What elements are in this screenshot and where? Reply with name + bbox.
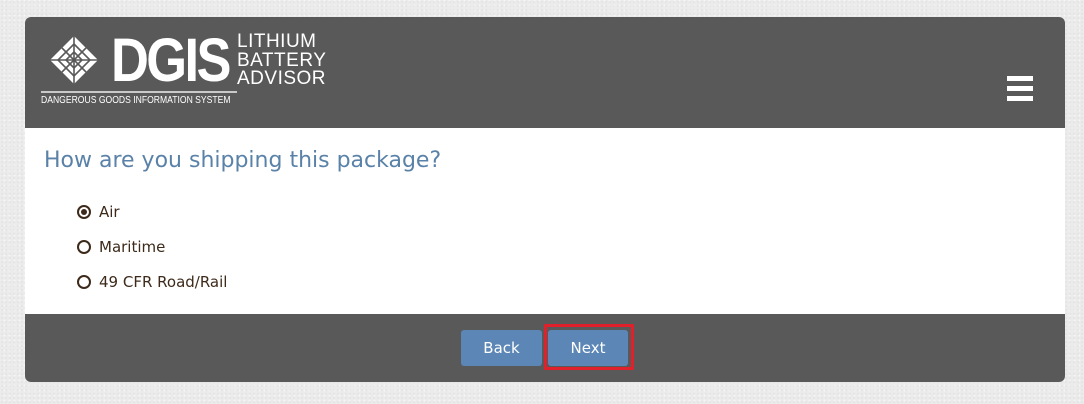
option-label-air: Air	[99, 202, 120, 221]
menu-bar	[1007, 96, 1033, 101]
hamburger-menu-icon[interactable]	[1001, 76, 1037, 108]
logo-line-advisor: ADVISOR	[237, 68, 327, 89]
shipping-mode-options: Air Maritime 49 CFR Road/Rail	[77, 194, 227, 299]
option-road-rail[interactable]: 49 CFR Road/Rail	[77, 264, 227, 299]
diamond-logo-icon	[50, 36, 98, 84]
question-panel: How are you shipping this package? Air M…	[25, 128, 1065, 314]
logo-line-lithium: LITHIUM	[237, 31, 317, 52]
radio-road-rail[interactable]	[77, 274, 91, 289]
menu-bar	[1007, 76, 1033, 81]
logo-wordmark: DGIS	[111, 26, 232, 94]
option-label-road-rail: 49 CFR Road/Rail	[99, 272, 228, 291]
main-card: DGIS LITHIUM BATTERY ADVISOR DANGEROUS G…	[25, 17, 1065, 382]
option-label-maritime: Maritime	[99, 237, 166, 256]
logo-product-name: LITHIUM BATTERY ADVISOR	[237, 31, 327, 89]
radio-maritime[interactable]	[77, 239, 91, 254]
dgis-logo: DGIS LITHIUM BATTERY ADVISOR DANGEROUS G…	[41, 26, 326, 110]
radio-air[interactable]	[77, 204, 91, 219]
question-title: How are you shipping this package?	[44, 148, 442, 173]
option-air[interactable]: Air	[77, 194, 227, 229]
navigation-footer: Back Next	[25, 314, 1065, 382]
next-button[interactable]: Next	[548, 330, 628, 366]
app-header: DGIS LITHIUM BATTERY ADVISOR DANGEROUS G…	[25, 17, 1065, 128]
option-maritime[interactable]: Maritime	[77, 229, 227, 264]
logo-divider	[41, 91, 237, 93]
menu-bar	[1007, 86, 1033, 91]
logo-tagline: DANGEROUS GOODS INFORMATION SYSTEM	[41, 95, 231, 106]
back-button[interactable]: Back	[461, 330, 542, 366]
